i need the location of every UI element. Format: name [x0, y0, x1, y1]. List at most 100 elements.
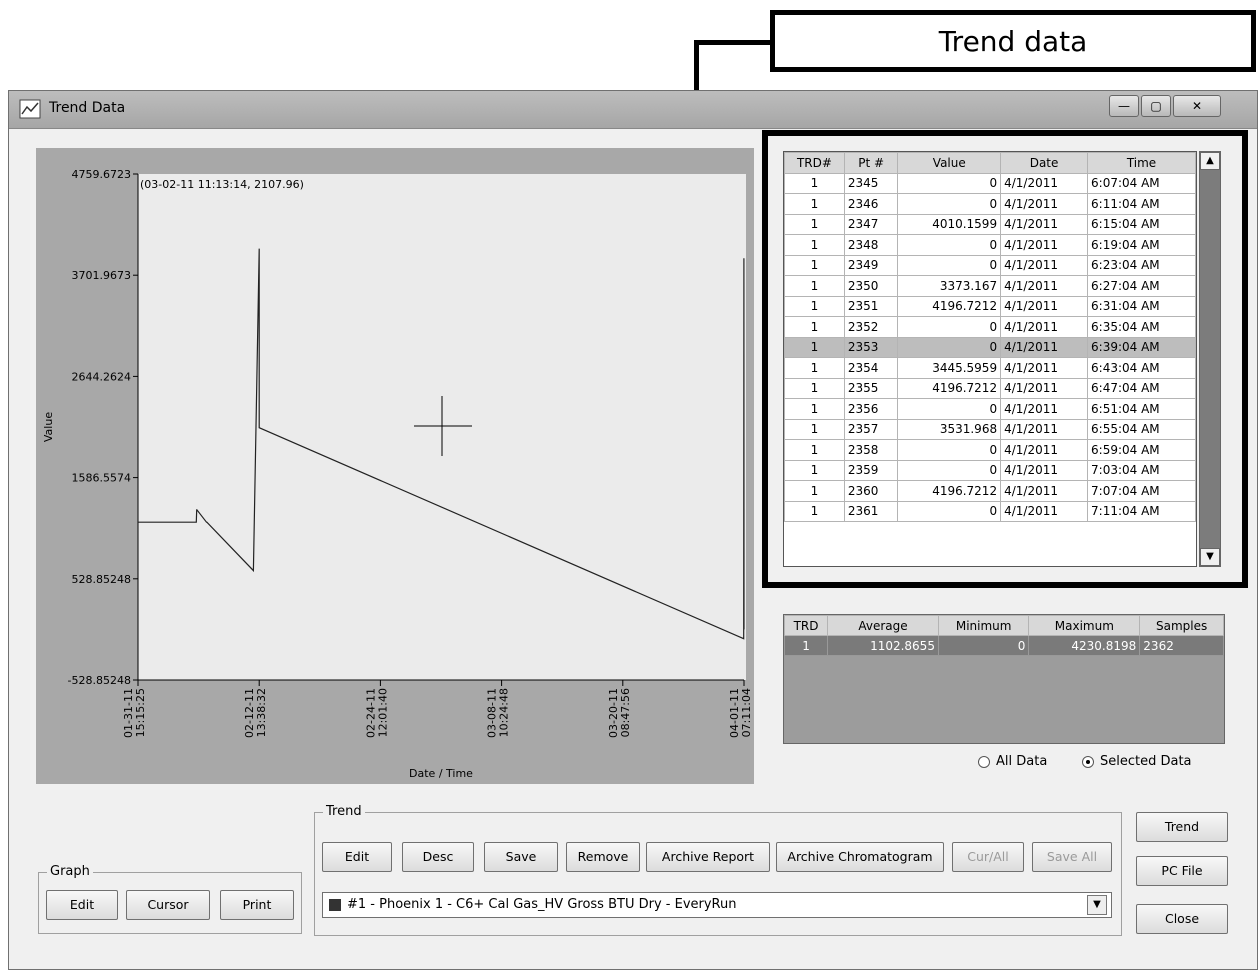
table-row[interactable]: 1 2346 0 4/1/2011 6:11:04 AM	[784, 193, 1196, 215]
graph-group-label: Graph	[47, 864, 93, 879]
table-cell: 4/1/2011	[1000, 316, 1089, 338]
save-all-button[interactable]: Save All	[1032, 842, 1112, 872]
table-row[interactable]: 1 2359 0 4/1/2011 7:03:04 AM	[784, 459, 1196, 481]
grid-header-cell[interactable]: TRD#	[784, 152, 845, 174]
table-cell: 1	[784, 295, 845, 317]
archive-chromatogram-button[interactable]: Archive Chromatogram	[776, 842, 944, 872]
table-cell: 6:15:04 AM	[1087, 213, 1196, 235]
table-cell: 0	[897, 316, 1002, 338]
statistics-row[interactable]: 1 1102.8655 0 4230.8198 2362	[783, 635, 1224, 656]
table-row[interactable]: 1 2355 4196.7212 4/1/2011 6:47:04 AM	[784, 377, 1196, 399]
graph-cursor-button[interactable]: Cursor	[126, 890, 210, 920]
selected-data-radio[interactable]: Selected Data	[1082, 754, 1192, 769]
selected-data-radio-circle[interactable]	[1082, 755, 1094, 768]
trend-button[interactable]: Trend	[1136, 812, 1228, 842]
archive-report-button[interactable]: Archive Report	[646, 842, 770, 872]
table-cell: 2357	[843, 418, 899, 440]
table-cell: 4/1/2011	[1000, 418, 1089, 440]
table-row[interactable]: 1 2353 0 4/1/2011 6:39:04 AM	[784, 336, 1196, 358]
table-cell: 1	[784, 377, 845, 399]
series-select-value: #1 - Phoenix 1 - C6+ Cal Gas_HV Gross BT…	[347, 897, 737, 912]
series-line	[138, 248, 745, 640]
table-row[interactable]: 1 2351 4196.7212 4/1/2011 6:31:04 AM	[784, 295, 1196, 317]
statistics-table[interactable]: TRD Average Minimum Maximum Samples 1 1102.86…	[783, 614, 1225, 744]
table-cell: 0	[897, 234, 1002, 256]
table-cell: 4/1/2011	[1000, 398, 1089, 420]
table-cell: 6:47:04 AM	[1087, 377, 1196, 399]
stats-cell: 4230.8198	[1028, 635, 1141, 656]
x-axis-label: Date / Time	[409, 767, 473, 780]
stats-header-cell: Average	[827, 615, 939, 636]
table-cell: 7:11:04 AM	[1087, 500, 1196, 522]
cur-all-button[interactable]: Cur/All	[952, 842, 1024, 872]
table-cell: 2359	[843, 459, 899, 481]
table-row[interactable]: 1 2345 0 4/1/2011 6:07:04 AM	[784, 172, 1196, 194]
table-row[interactable]: 1 2358 0 4/1/2011 6:59:04 AM	[784, 439, 1196, 461]
trend-save-button[interactable]: Save	[484, 842, 558, 872]
table-cell: 2355	[843, 377, 899, 399]
table-cell: 4196.7212	[897, 480, 1002, 502]
table-row[interactable]: 1 2352 0 4/1/2011 6:35:04 AM	[784, 316, 1196, 338]
table-cell: 2346	[843, 193, 899, 215]
table-row[interactable]: 1 2347 4010.1599 4/1/2011 6:15:04 AM	[784, 213, 1196, 235]
stats-header-cell: Minimum	[937, 615, 1030, 636]
table-cell: 4/1/2011	[1000, 213, 1089, 235]
grid-header-cell[interactable]: Time	[1087, 152, 1196, 174]
table-cell: 0	[897, 439, 1002, 461]
all-data-radio[interactable]: All Data	[978, 754, 1047, 769]
pc-file-button[interactable]: PC File	[1136, 856, 1228, 886]
table-row[interactable]: 1 2361 0 4/1/2011 7:11:04 AM	[784, 500, 1196, 522]
table-row[interactable]: 1 2349 0 4/1/2011 6:23:04 AM	[784, 254, 1196, 276]
x-tick-label: 07:11:04	[740, 688, 753, 737]
table-cell: 4/1/2011	[1000, 500, 1089, 522]
table-cell: 3531.968	[897, 418, 1002, 440]
graph-print-button[interactable]: Print	[220, 890, 294, 920]
trend-desc-button[interactable]: Desc	[402, 842, 474, 872]
table-cell: 3445.5959	[897, 357, 1002, 379]
table-cell: 1	[784, 254, 845, 276]
table-row[interactable]: 1 2350 3373.167 4/1/2011 6:27:04 AM	[784, 275, 1196, 297]
trend-remove-button[interactable]: Remove	[566, 842, 640, 872]
close-button[interactable]: Close	[1136, 904, 1228, 934]
table-cell: 4/1/2011	[1000, 439, 1089, 461]
table-cell: 4/1/2011	[1000, 254, 1089, 276]
scroll-down-arrow-icon[interactable]: ▼	[1200, 548, 1220, 566]
table-cell: 6:35:04 AM	[1087, 316, 1196, 338]
y-tick-label: 4759.6723	[72, 168, 132, 181]
table-row[interactable]: 1 2356 0 4/1/2011 6:51:04 AM	[784, 398, 1196, 420]
y-axis-label: Value	[42, 412, 55, 442]
table-cell: 4/1/2011	[1000, 193, 1089, 215]
table-cell: 7:07:04 AM	[1087, 480, 1196, 502]
table-cell: 2351	[843, 295, 899, 317]
stats-header-cell: Samples	[1139, 615, 1224, 636]
table-cell: 4/1/2011	[1000, 172, 1089, 194]
table-cell: 4010.1599	[897, 213, 1002, 235]
table-row[interactable]: 1 2357 3531.968 4/1/2011 6:55:04 AM	[784, 418, 1196, 440]
dropdown-arrow-icon[interactable]: ▼	[1087, 895, 1107, 915]
series-select[interactable]: #1 - Phoenix 1 - C6+ Cal Gas_HV Gross BT…	[322, 892, 1112, 918]
all-data-radio-circle[interactable]	[978, 755, 990, 768]
grid-scrollbar[interactable]: ▲ ▼	[1199, 151, 1221, 567]
trend-data-grid[interactable]: TRD# Pt # Value Date Time 1 2345 0 4/1/2011 6:07…	[783, 151, 1197, 567]
table-cell: 4/1/2011	[1000, 357, 1089, 379]
graph-edit-button[interactable]: Edit	[46, 890, 118, 920]
table-cell: 6:39:04 AM	[1087, 336, 1196, 358]
grid-header-cell[interactable]: Value	[897, 152, 1002, 174]
table-row[interactable]: 1 2354 3445.5959 4/1/2011 6:43:04 AM	[784, 357, 1196, 379]
table-cell: 2350	[843, 275, 899, 297]
stats-cell: 2362	[1139, 635, 1224, 656]
grid-header-cell[interactable]: Pt #	[843, 152, 899, 174]
table-cell: 4196.7212	[897, 295, 1002, 317]
table-cell: 6:31:04 AM	[1087, 295, 1196, 317]
table-cell: 7:03:04 AM	[1087, 459, 1196, 481]
table-row[interactable]: 1 2348 0 4/1/2011 6:19:04 AM	[784, 234, 1196, 256]
y-tick-label: 528.85248	[72, 573, 132, 586]
grid-header-cell[interactable]: Date	[1000, 152, 1089, 174]
table-row[interactable]: 1 2360 4196.7212 4/1/2011 7:07:04 AM	[784, 480, 1196, 502]
table-cell: 2349	[843, 254, 899, 276]
table-cell: 0	[897, 336, 1002, 358]
trend-edit-button[interactable]: Edit	[322, 842, 392, 872]
table-cell: 1	[784, 193, 845, 215]
table-cell: 6:23:04 AM	[1087, 254, 1196, 276]
scroll-up-arrow-icon[interactable]: ▲	[1200, 152, 1220, 170]
